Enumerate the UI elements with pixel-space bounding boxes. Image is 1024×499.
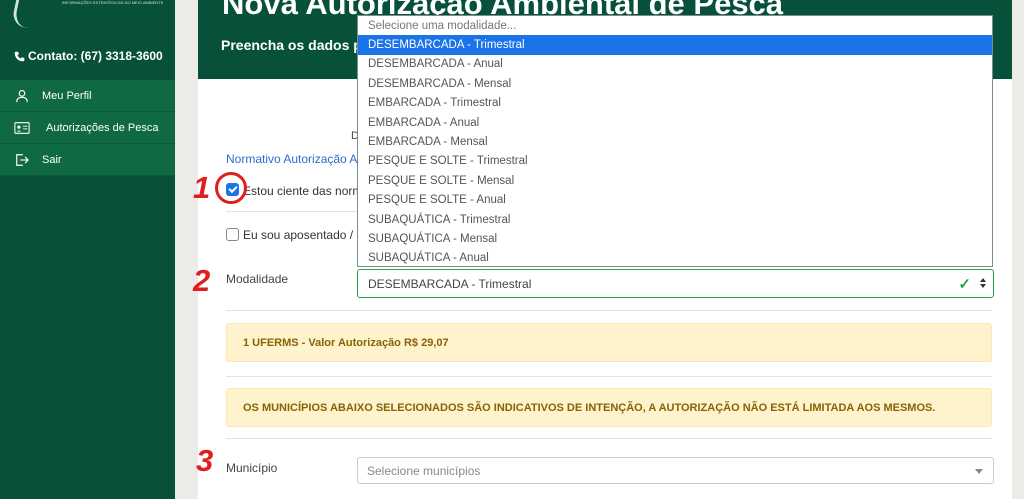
dropdown-option[interactable]: PESQUE E SOLTE - Mensal	[358, 171, 992, 190]
dropdown-option[interactable]: SUBAQUÁTICA - Anual	[358, 249, 992, 266]
dropdown-option[interactable]: SUBAQUÁTICA - Trimestral	[358, 210, 992, 229]
sidebar-item-meu-perfil[interactable]: Meu Perfil	[0, 80, 175, 112]
id-card-icon	[14, 120, 30, 136]
modalidade-select[interactable]: DESEMBARCADA - Trimestral ✓	[357, 269, 994, 298]
annotation-step-2: 2	[193, 263, 211, 298]
page-scroll-gutter	[1012, 0, 1024, 499]
logo: INFORMAÇÕES ESTRATÉGICAS DO MEIO AMBIENT…	[0, 0, 175, 30]
annotation-step-1: 1	[193, 170, 211, 205]
annotation-circle	[215, 172, 247, 204]
valor-alert: 1 UFERMS - Valor Autorização R$ 29,07	[226, 323, 992, 362]
dropdown-option[interactable]: EMBARCADA - Mensal	[358, 132, 992, 151]
user-icon	[14, 88, 30, 104]
page-subtitle: Preencha os dados p	[221, 37, 362, 53]
divider	[226, 438, 992, 439]
logo-mark-icon	[10, 0, 48, 28]
aposentado-checkbox-label: Eu sou aposentado / i	[243, 228, 360, 242]
dropdown-option[interactable]: DESEMBARCADA - Anual	[358, 55, 992, 74]
municipio-label: Município	[226, 461, 278, 475]
dropdown-option[interactable]: PESQUE E SOLTE - Anual	[358, 191, 992, 210]
sidebar-item-label: Autorizações de Pesca	[46, 121, 159, 134]
sign-out-icon	[14, 152, 30, 168]
sidebar-menu: Meu Perfil Autorizações de Pesca Sair	[0, 80, 175, 176]
contact-text: Contato: (67) 3318-3600	[28, 49, 163, 63]
annotation-step-3: 3	[196, 443, 214, 478]
divider	[226, 310, 992, 311]
chevron-down-icon	[975, 469, 983, 474]
dropdown-option[interactable]: EMBARCADA - Anual	[358, 113, 992, 132]
dropdown-option-selected[interactable]: DESEMBARCADA - Trimestral	[358, 35, 992, 55]
modalidade-label: Modalidade	[226, 272, 289, 286]
ciente-checkbox-label: Estou ciente das norm	[243, 184, 363, 198]
select-arrows-icon	[980, 278, 986, 288]
logo-text: INFORMAÇÕES ESTRATÉGICAS DO MEIO AMBIENT…	[62, 0, 164, 5]
sidebar: INFORMAÇÕES ESTRATÉGICAS DO MEIO AMBIENT…	[0, 0, 175, 499]
municipio-select[interactable]: Selecione municípios	[357, 457, 994, 484]
dropdown-option[interactable]: PESQUE E SOLTE - Trimestral	[358, 152, 992, 171]
modalidade-select-value: DESEMBARCADA - Trimestral	[368, 276, 532, 291]
dropdown-option[interactable]: Selecione uma modalidade...	[358, 16, 992, 35]
aposentado-checkbox[interactable]	[226, 228, 239, 241]
sidebar-item-sair[interactable]: Sair	[0, 144, 175, 176]
valid-check-icon: ✓	[958, 276, 971, 293]
divider	[226, 376, 992, 377]
municipios-alert: OS MUNICÍPIOS ABAIXO SELECIONADOS SÃO IN…	[226, 388, 992, 427]
normativo-link[interactable]: Normativo Autorização A	[226, 152, 357, 166]
dropdown-option[interactable]: SUBAQUÁTICA - Mensal	[358, 229, 992, 248]
sidebar-item-label: Sair	[42, 153, 62, 166]
dropdown-option[interactable]: DESEMBARCADA - Mensal	[358, 74, 992, 93]
contact-info: Contato: (67) 3318-3600	[14, 49, 163, 63]
municipio-placeholder: Selecione municípios	[367, 463, 481, 478]
sidebar-item-autorizacoes[interactable]: Autorizações de Pesca	[0, 112, 175, 144]
dropdown-option[interactable]: EMBARCADA - Trimestral	[358, 94, 992, 113]
modalidade-dropdown-list[interactable]: Selecione uma modalidade... DESEMBARCADA…	[357, 15, 993, 267]
sidebar-item-label: Meu Perfil	[42, 89, 92, 102]
phone-icon	[14, 51, 25, 61]
